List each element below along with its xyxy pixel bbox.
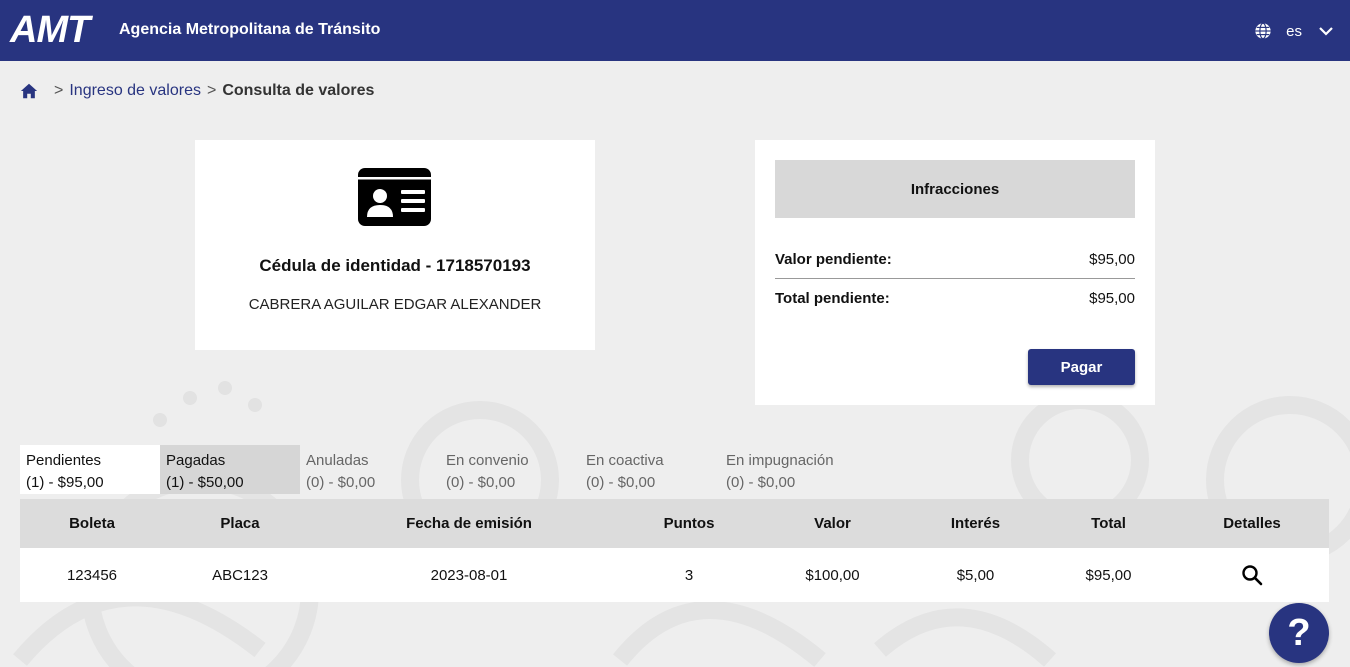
tab-count: (0) - $0,00	[306, 474, 376, 491]
cell-boleta: 123456	[66, 566, 118, 584]
pending-value-amount: $95,00	[1089, 250, 1135, 268]
tab-en-coactiva[interactable]: En coactiva (0) - $0,00	[580, 445, 720, 494]
amt-logo[interactable]: AMT	[10, 8, 90, 52]
help-button[interactable]: ?	[1269, 603, 1329, 663]
total-pending-label: Total pendiente:	[775, 289, 890, 307]
cell-interes: $5,00	[956, 566, 995, 584]
cell-fecha: 2023-08-01	[430, 566, 508, 584]
tab-count: (0) - $0,00	[586, 474, 656, 491]
column-header-valor: Valor	[814, 515, 851, 532]
tab-label: Anuladas	[306, 452, 369, 469]
table-row: 123456 ABC123 2023-08-01 3 $100,00 $5,00…	[20, 548, 1329, 602]
breadcrumb-link-ingreso[interactable]: Ingreso de valores	[69, 82, 201, 100]
tab-count: (1) - $50,00	[166, 474, 244, 491]
pay-button[interactable]: Pagar	[1028, 349, 1135, 385]
language-code: es	[1286, 22, 1302, 40]
infractions-card: Infracciones Valor pendiente: $95,00 Tot…	[755, 140, 1155, 405]
total-pending-amount: $95,00	[1089, 289, 1135, 307]
cell-puntos: 3	[684, 566, 694, 584]
home-icon[interactable]	[20, 82, 38, 100]
breadcrumb: > Ingreso de valores > Consulta de valor…	[20, 80, 374, 102]
column-header-total: Total	[1091, 515, 1126, 532]
breadcrumb-current: Consulta de valores	[222, 82, 375, 99]
cell-total: $95,00	[1085, 566, 1132, 584]
tab-count: (0) - $0,00	[726, 474, 796, 491]
table-header: Boleta Placa Fecha de emisión Puntos Val…	[20, 499, 1329, 548]
breadcrumb-separator: >	[54, 82, 64, 99]
tab-pagadas[interactable]: Pagadas (1) - $50,00	[160, 445, 300, 494]
id-card-icon	[358, 168, 431, 226]
top-header: AMT Agencia Metropolitana de Tránsito es	[0, 0, 1350, 61]
cell-placa: ABC123	[212, 566, 268, 584]
column-header-interes: Interés	[950, 515, 1001, 532]
tab-en-convenio[interactable]: En convenio (0) - $0,00	[440, 445, 580, 494]
tab-anuladas[interactable]: Anuladas (0) - $0,00	[300, 445, 440, 494]
column-header-fecha: Fecha de emisión	[406, 515, 532, 532]
divider	[775, 278, 1135, 279]
tab-pendientes[interactable]: Pendientes (1) - $95,00	[20, 445, 160, 494]
column-header-detalles: Detalles	[1223, 515, 1281, 532]
search-icon[interactable]	[1241, 564, 1263, 586]
cell-valor: $100,00	[805, 566, 860, 584]
column-header-puntos: Puntos	[663, 515, 715, 532]
tab-label: Pendientes	[26, 452, 102, 469]
document-number: Cédula de identidad - 1718570193	[259, 256, 531, 275]
status-tabs: Pendientes (1) - $95,00 Pagadas (1) - $5…	[20, 445, 860, 494]
person-name: CABRERA AGUILAR EDGAR ALEXANDER	[248, 296, 542, 313]
tab-count: (0) - $0,00	[446, 474, 516, 491]
tab-label: En coactiva	[586, 452, 664, 469]
tab-label: En convenio	[446, 452, 529, 469]
cell-detalles	[1175, 564, 1329, 586]
language-selector[interactable]: es	[1254, 18, 1334, 44]
infractions-title: Infracciones	[775, 160, 1135, 218]
tab-count: (1) - $95,00	[26, 474, 104, 491]
agency-title: Agencia Metropolitana de Tránsito	[119, 21, 381, 38]
person-card: Cédula de identidad - 1718570193 CABRERA…	[195, 140, 595, 350]
column-header-boleta: Boleta	[69, 515, 115, 532]
infractions-table: Boleta Placa Fecha de emisión Puntos Val…	[20, 499, 1329, 602]
tab-en-impugnacion[interactable]: En impugnación (0) - $0,00	[720, 445, 860, 494]
globe-icon	[1255, 22, 1271, 40]
tab-label: Pagadas	[166, 452, 226, 469]
chevron-down-icon	[1319, 27, 1333, 36]
column-header-placa: Placa	[220, 515, 260, 532]
pending-value-label: Valor pendiente:	[775, 250, 892, 268]
total-pending-row: Total pendiente: $95,00	[775, 287, 1135, 309]
pending-value-row: Valor pendiente: $95,00	[775, 248, 1135, 270]
breadcrumb-separator: >	[206, 82, 217, 99]
tab-label: En impugnación	[726, 452, 834, 469]
